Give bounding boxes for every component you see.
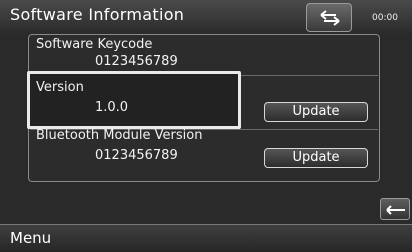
clock: 00:00: [372, 13, 398, 23]
update-version-button[interactable]: Update: [264, 102, 368, 122]
keycode-label: Software Keycode: [36, 37, 153, 52]
menu-label: Menu: [10, 229, 52, 247]
collapse-button[interactable]: [380, 198, 410, 220]
version-value: 1.0.0: [95, 100, 129, 115]
bluetooth-label: Bluetooth Module Version: [36, 128, 203, 143]
keycode-value: 0123456789: [95, 54, 178, 69]
software-information-screen: Software Information 00:00 Software Keyc…: [0, 0, 412, 252]
update-bluetooth-button[interactable]: Update: [264, 148, 368, 168]
return-arrow-icon: [320, 10, 340, 26]
bluetooth-value: 0123456789: [95, 148, 178, 163]
page-title: Software Information: [10, 5, 185, 24]
collapse-arrow-icon: [386, 205, 405, 215]
back-button[interactable]: [306, 3, 352, 32]
version-label: Version: [36, 80, 84, 95]
menu-bar[interactable]: Menu: [0, 224, 412, 252]
title-bar: Software Information 00:00: [0, 0, 412, 34]
